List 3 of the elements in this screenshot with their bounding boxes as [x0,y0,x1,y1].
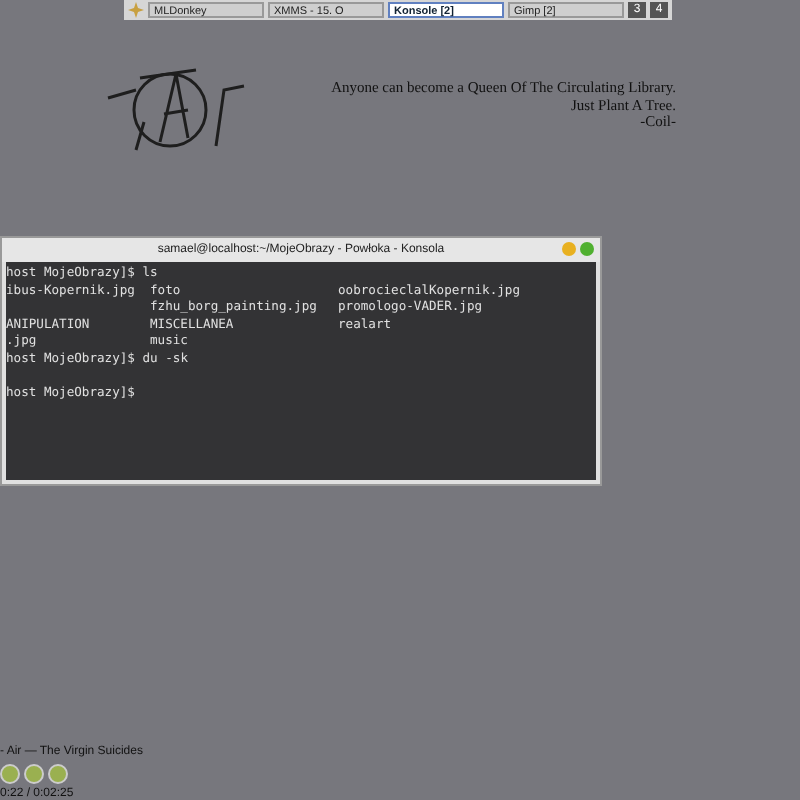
minimize-button[interactable] [562,242,576,256]
star-icon[interactable] [128,2,144,18]
close-button[interactable] [580,242,594,256]
